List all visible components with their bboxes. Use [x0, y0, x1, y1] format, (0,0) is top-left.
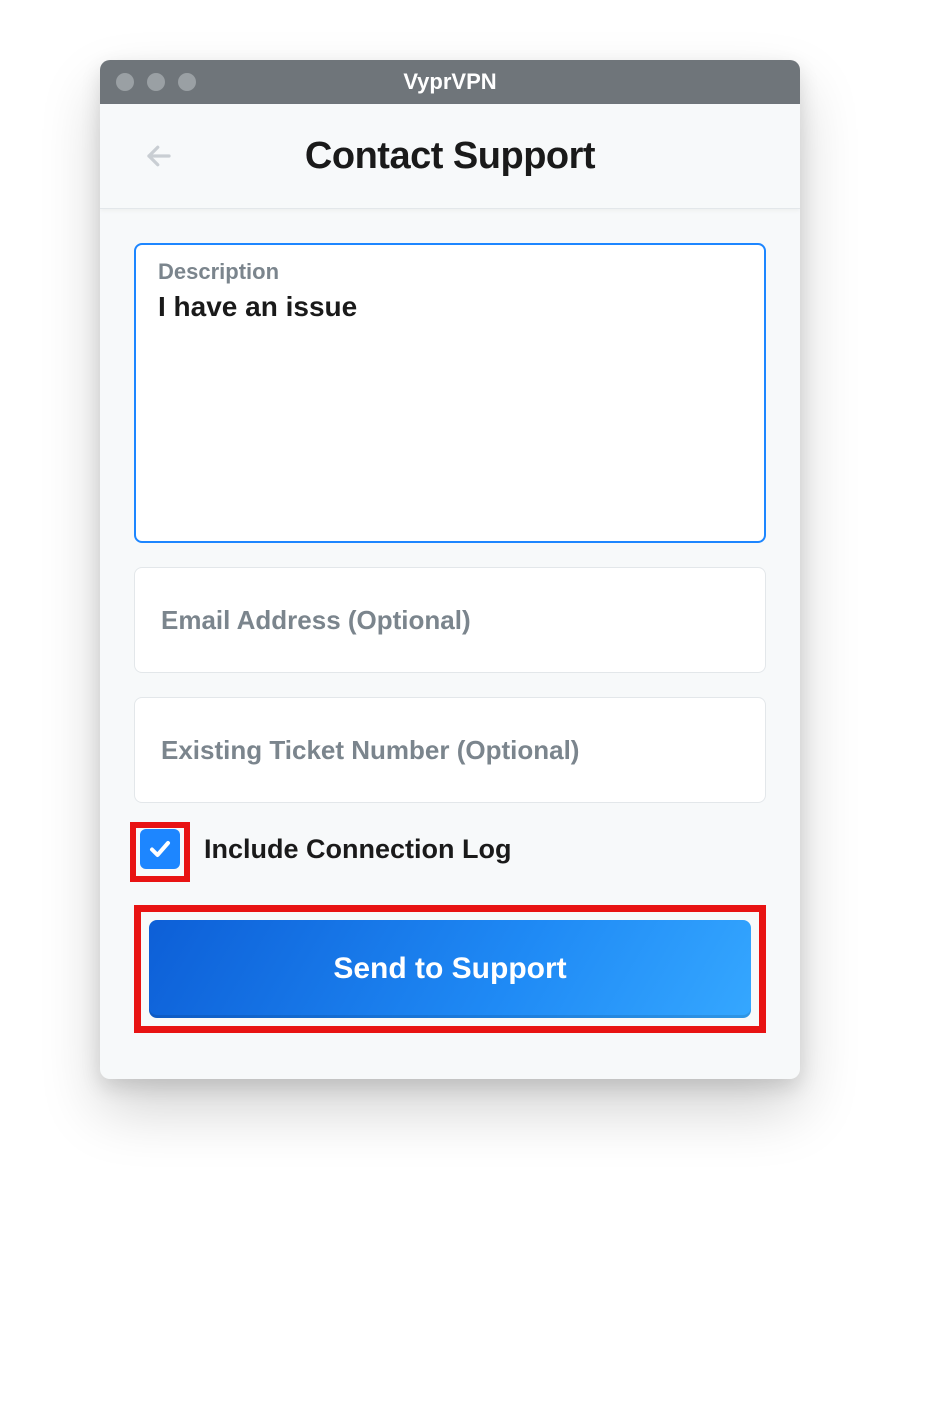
- ticket-field-wrap: [134, 697, 766, 803]
- email-field-wrap: [134, 567, 766, 673]
- submit-highlight: Send to Support: [134, 905, 766, 1033]
- form-content: Description I have an issue Include Conn…: [100, 209, 800, 1079]
- title-bar: VyprVPN: [100, 60, 800, 104]
- ticket-field[interactable]: [161, 735, 739, 766]
- page-header: Contact Support: [100, 104, 800, 209]
- include-log-label: Include Connection Log: [204, 834, 511, 865]
- arrow-left-icon: [144, 141, 174, 171]
- page-title: Contact Support: [100, 135, 800, 178]
- check-icon: [148, 837, 172, 861]
- back-button[interactable]: [140, 137, 178, 175]
- description-label: Description: [158, 259, 742, 285]
- description-field[interactable]: Description I have an issue: [134, 243, 766, 543]
- email-field[interactable]: [161, 605, 739, 636]
- description-input[interactable]: I have an issue: [158, 291, 742, 323]
- include-log-row: Include Connection Log: [134, 829, 766, 869]
- window-title: VyprVPN: [100, 69, 800, 95]
- include-log-checkbox[interactable]: [140, 829, 180, 869]
- app-window: VyprVPN Contact Support Description I ha…: [100, 60, 800, 1079]
- send-to-support-button[interactable]: Send to Support: [149, 920, 751, 1018]
